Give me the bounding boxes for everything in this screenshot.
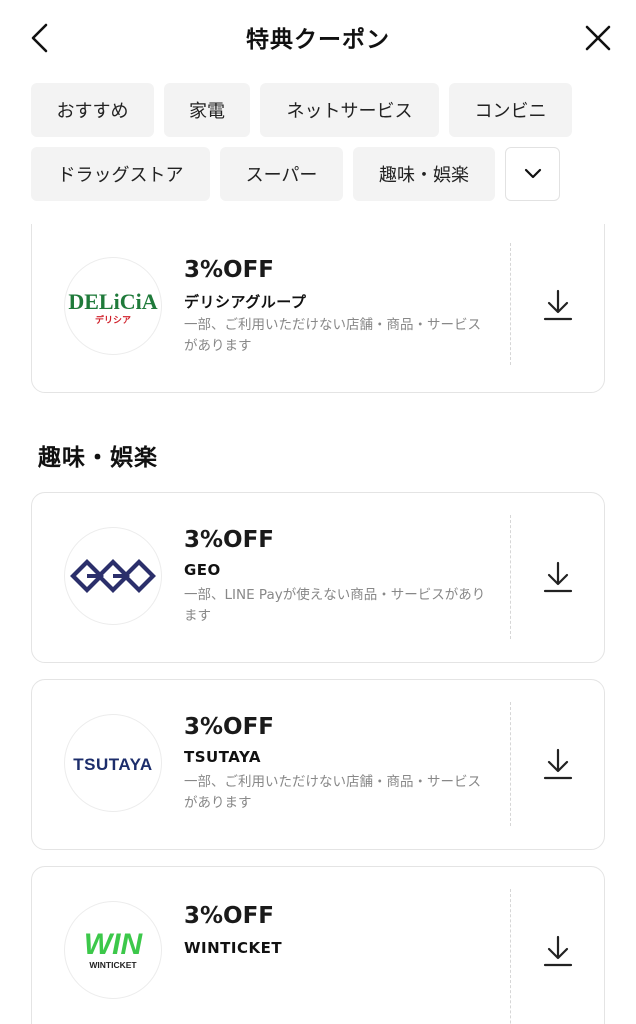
card-divider bbox=[510, 702, 511, 826]
coupon-card-delicia[interactable]: DELiCiA デリシア 3%OFF デリシアグループ 一部、ご利用いただけない… bbox=[31, 224, 605, 393]
card-divider bbox=[510, 515, 511, 639]
download-button[interactable] bbox=[538, 285, 578, 325]
page-title: 特典クーポン bbox=[246, 27, 390, 53]
svg-text:WIN: WIN bbox=[84, 928, 144, 961]
download-icon bbox=[543, 935, 573, 967]
card-divider bbox=[510, 243, 511, 365]
tsutaya-logo: TSUTAYA bbox=[64, 714, 162, 812]
coupon-card-tsutaya[interactable]: TSUTAYA 3%OFF TSUTAYA 一部、ご利用いただけない店舗・商品・… bbox=[31, 679, 605, 850]
delicia-logo: DELiCiA デリシア bbox=[64, 257, 162, 355]
svg-text:TSUTAYA: TSUTAYA bbox=[73, 755, 152, 774]
geo-logo bbox=[64, 527, 162, 625]
download-icon bbox=[543, 289, 573, 321]
card-divider bbox=[510, 889, 511, 1024]
coupon-store-name: WINTICKET bbox=[184, 939, 283, 957]
close-button[interactable] bbox=[578, 18, 618, 58]
delicia-logo-mark: DELiCiA デリシア bbox=[68, 289, 157, 326]
tsutaya-logo-mark: TSUTAYA bbox=[73, 755, 152, 774]
download-button[interactable] bbox=[538, 744, 578, 784]
coupon-card-winticket[interactable]: WIN WINTICKET 3%OFF WINTICKET bbox=[31, 866, 605, 1024]
geo-logo-mark bbox=[70, 559, 156, 593]
svg-text:DELiCiA: DELiCiA bbox=[68, 289, 157, 314]
coupon-note: 一部、LINE Payが使えない商品・サービスがあります bbox=[184, 587, 486, 624]
section-title-hobby: 趣味・娯楽 bbox=[38, 445, 158, 471]
header-bar: 特典クーポン bbox=[0, 0, 636, 74]
coupon-card-geo[interactable]: 3%OFF GEO 一部、LINE Payが使えない商品・サービスがあります bbox=[31, 492, 605, 663]
coupon-store-name: デリシアグループ bbox=[184, 293, 307, 311]
svg-text:WINTICKET: WINTICKET bbox=[89, 960, 137, 970]
coupon-discount: 3%OFF bbox=[184, 257, 275, 283]
download-icon bbox=[543, 748, 573, 780]
chip-recommended[interactable]: おすすめ bbox=[31, 83, 154, 137]
svg-text:デリシア: デリシア bbox=[95, 314, 131, 326]
chevron-down-icon bbox=[524, 168, 541, 179]
chip-supermarket[interactable]: スーパー bbox=[220, 147, 343, 201]
coupon-discount: 3%OFF bbox=[184, 903, 275, 929]
coupon-list[interactable]: DELiCiA デリシア 3%OFF デリシアグループ 一部、ご利用いただけない… bbox=[0, 224, 636, 1024]
chip-drugstore[interactable]: ドラッグストア bbox=[31, 147, 210, 201]
chip-hobby[interactable]: 趣味・娯楽 bbox=[353, 147, 495, 201]
coupon-note: 一部、ご利用いただけない店舗・商品・サービスがあります bbox=[184, 774, 481, 811]
coupon-store-name: GEO bbox=[184, 561, 221, 579]
chip-convenience-store[interactable]: コンビニ bbox=[449, 83, 572, 137]
download-icon bbox=[543, 561, 573, 593]
download-button[interactable] bbox=[538, 557, 578, 597]
winticket-logo-mark: WIN WINTICKET bbox=[84, 928, 144, 970]
chip-appliances[interactable]: 家電 bbox=[164, 83, 250, 137]
download-button[interactable] bbox=[538, 931, 578, 971]
coupon-discount: 3%OFF bbox=[184, 527, 275, 553]
coupon-store-name: TSUTAYA bbox=[184, 748, 261, 766]
winticket-logo: WIN WINTICKET bbox=[64, 901, 162, 999]
chip-net-services[interactable]: ネットサービス bbox=[260, 83, 439, 137]
coupon-discount: 3%OFF bbox=[184, 714, 275, 740]
expand-categories-button[interactable] bbox=[505, 147, 560, 201]
coupon-note: 一部、ご利用いただけない店舗・商品・サービスがあります bbox=[184, 317, 481, 354]
close-icon bbox=[585, 25, 611, 51]
